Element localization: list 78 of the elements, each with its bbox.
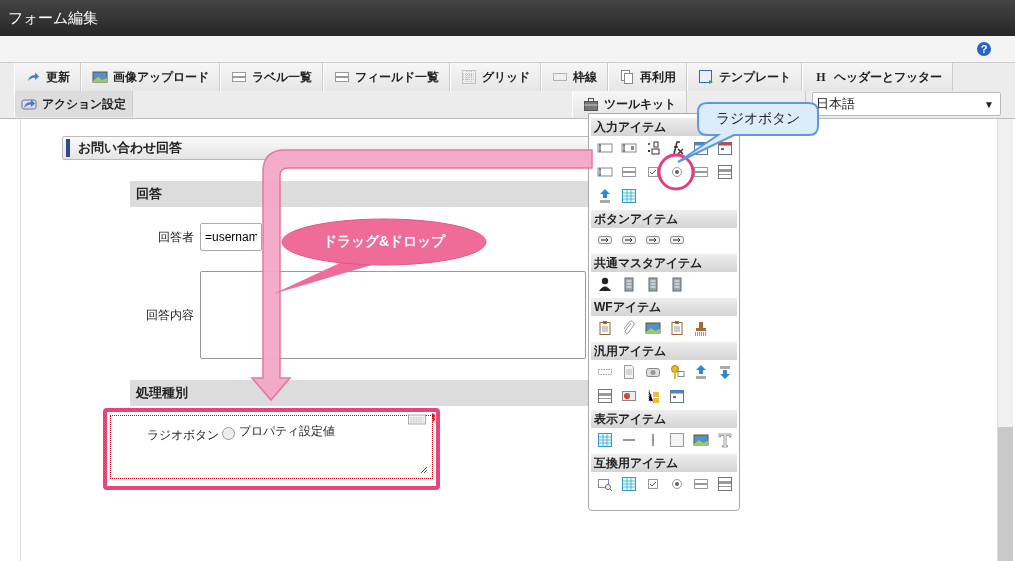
radio-button[interactable]	[222, 427, 235, 440]
list-icon[interactable]	[621, 164, 637, 180]
highlight-circle	[657, 153, 695, 191]
download-icon[interactable]	[717, 364, 733, 380]
listbox-icon[interactable]	[717, 164, 733, 180]
clipboard-icon[interactable]	[669, 320, 685, 336]
radio-field-box[interactable]: ラジオボタン プロパティ設定値	[103, 408, 440, 490]
clipboard-icon[interactable]	[597, 320, 613, 336]
toolbar-button[interactable]: ラベル一覧	[220, 63, 323, 91]
calendar-icon[interactable]	[717, 140, 733, 156]
palette-section-heading: WFアイテム	[591, 298, 737, 316]
radio-option-label: プロパティ設定値	[239, 424, 335, 438]
text-area[interactable]	[200, 271, 586, 359]
resize-grip-icon[interactable]	[420, 466, 428, 474]
pages-icon[interactable]	[619, 69, 635, 85]
text-field-icon[interactable]	[597, 140, 613, 156]
decimal-icon[interactable]	[645, 140, 661, 156]
box-icon[interactable]	[669, 432, 685, 448]
listbox-icon[interactable]	[717, 476, 733, 492]
list-icon[interactable]	[334, 69, 350, 85]
toolbar-button[interactable]: 再利用	[608, 63, 687, 91]
palette-section-heading: 共通マスタアイテム	[591, 254, 737, 272]
table-icon[interactable]	[621, 476, 637, 492]
text-field-icon[interactable]	[621, 140, 637, 156]
image-icon[interactable]	[92, 69, 108, 85]
template-icon[interactable]	[698, 69, 714, 85]
window-title: フォーム編集	[8, 8, 98, 28]
search-icon[interactable]	[597, 476, 613, 492]
chart-icon[interactable]	[621, 388, 637, 404]
toolbar-button[interactable]: アクション設定	[14, 91, 133, 117]
text-tool-icon[interactable]	[717, 432, 733, 448]
image-icon[interactable]	[693, 432, 709, 448]
toolbar-button[interactable]: H ヘッダーとフッター	[802, 63, 953, 91]
building-icon[interactable]	[621, 276, 637, 292]
toolbar-button[interactable]: 更新	[14, 63, 81, 91]
callout-tooltip: ドラッグ&ドロップ	[272, 218, 488, 296]
help-icon[interactable]: ?	[977, 42, 991, 56]
checkbox-icon[interactable]	[645, 476, 661, 492]
document-icon[interactable]	[621, 364, 637, 380]
building-icon[interactable]	[669, 276, 685, 292]
table-icon[interactable]	[597, 432, 613, 448]
paperclip-icon[interactable]	[621, 320, 637, 336]
toolbar-button[interactable]: 枠線	[541, 63, 608, 91]
palette-section-heading: ボタンアイテム	[591, 210, 737, 228]
toolbar-button[interactable]: フィールド一覧	[323, 63, 450, 91]
toolbar-button[interactable]: グリッド	[450, 63, 541, 91]
upload-icon[interactable]	[597, 188, 613, 204]
checkbox-icon[interactable]	[645, 164, 661, 180]
table-icon[interactable]	[621, 188, 637, 204]
palette-section-heading: 汎用アイテム	[591, 342, 737, 360]
callout-tooltip: ラジオボタン	[676, 102, 819, 164]
radio-icon[interactable]	[669, 164, 685, 180]
field-label: 回答者	[157, 228, 194, 246]
list-icon[interactable]	[693, 164, 709, 180]
radio-icon[interactable]	[669, 476, 685, 492]
stamp-icon[interactable]	[693, 320, 709, 336]
toolbar-button[interactable]: 画像アップロード	[81, 63, 220, 91]
input-field[interactable]: =usernam	[200, 223, 262, 251]
toolbar-button[interactable]: テンプレート	[687, 63, 802, 91]
image-icon[interactable]	[645, 320, 661, 336]
palette-section-heading: 表示アイテム	[591, 410, 737, 428]
calendar-icon[interactable]	[669, 388, 685, 404]
scrollbar[interactable]	[997, 119, 1013, 561]
list-icon[interactable]	[231, 69, 247, 85]
listbox-icon[interactable]	[597, 388, 613, 404]
field-label: ラジオボタン	[146, 427, 219, 444]
building-icon[interactable]	[645, 276, 661, 292]
toolbox-icon[interactable]	[583, 96, 599, 112]
language-select[interactable]: 日本語 ▼	[812, 92, 1001, 116]
person-icon[interactable]	[597, 276, 613, 292]
tree-icon[interactable]	[645, 388, 661, 404]
field-label: 回答内容	[145, 306, 194, 324]
key-icon[interactable]	[669, 364, 685, 380]
grid-icon[interactable]	[408, 414, 426, 425]
palette-section-heading: 互換用アイテム	[591, 454, 737, 472]
text-field-icon[interactable]	[597, 164, 613, 180]
list-icon[interactable]	[693, 476, 709, 492]
upload-icon[interactable]	[693, 364, 709, 380]
